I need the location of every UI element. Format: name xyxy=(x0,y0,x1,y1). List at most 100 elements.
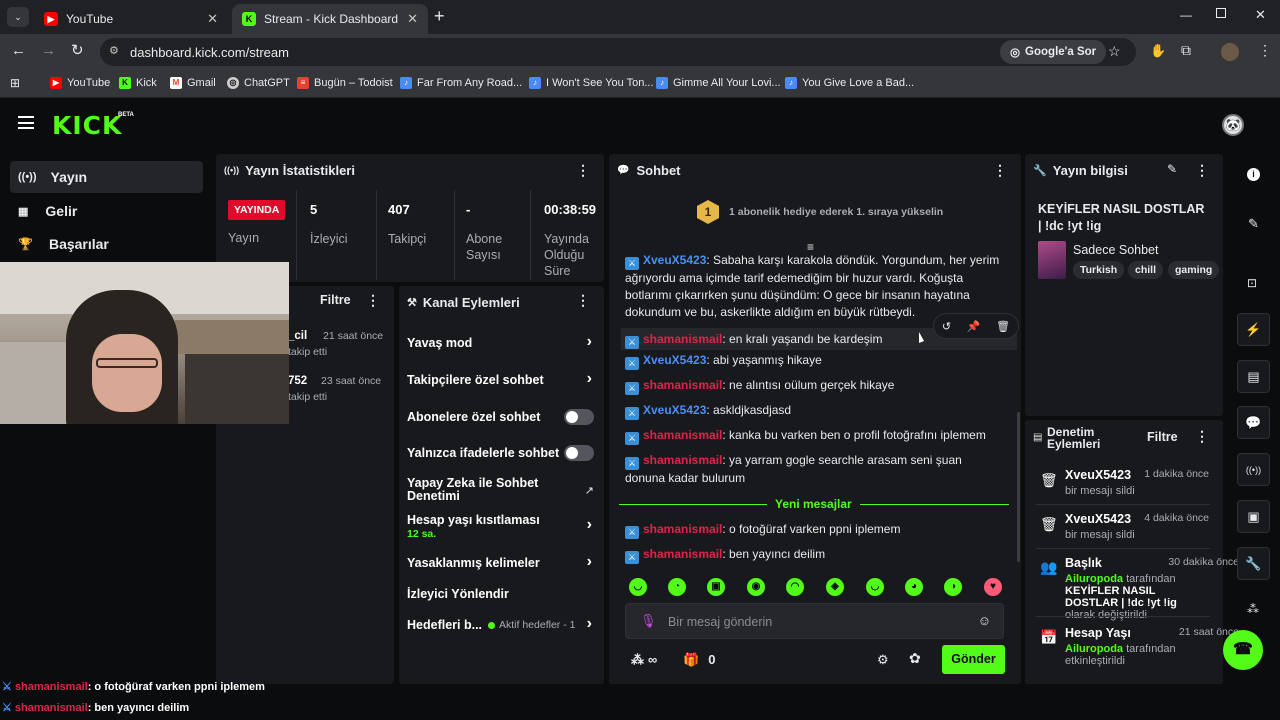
broadcast-button[interactable]: ((•)) xyxy=(1237,453,1270,486)
google-ask-button[interactable]: ◎ Google'a Sor xyxy=(1000,40,1107,64)
forward-icon[interactable]: → xyxy=(41,42,56,59)
gift-sub-banner[interactable]: 1 1 abonelik hediye ederek 1. sıraya yük… xyxy=(697,200,943,224)
hamburger-menu-icon[interactable] xyxy=(18,116,34,129)
bookmark-gimme-all-your-lovin[interactable]: ♪ Gimme All Your Lovi... xyxy=(656,77,781,89)
window-close-icon[interactable]: ✕ xyxy=(1255,7,1266,23)
category-thumbnail[interactable] xyxy=(1038,241,1066,279)
emote-icon[interactable]: ♥ xyxy=(984,578,1002,596)
reload-icon[interactable]: ↻ xyxy=(71,41,84,59)
emoji-icon[interactable]: ☺ xyxy=(978,613,991,628)
emote-icon[interactable]: ▣ xyxy=(707,578,725,596)
close-icon[interactable]: ✕ xyxy=(407,11,418,27)
gift-counter[interactable]: 🎁 0 xyxy=(683,652,715,668)
microphone-icon[interactable]: 🎙 xyxy=(640,613,657,629)
chat-username[interactable]: shamanismail xyxy=(643,522,722,536)
emote-icon[interactable]: ◔ xyxy=(668,578,686,596)
bookmark-i-wont-see-you[interactable]: ♪ I Won't See You Ton... xyxy=(529,77,654,89)
quick-action-button[interactable]: ⚡ xyxy=(1237,313,1270,346)
emote-icon[interactable]: ◕ xyxy=(905,578,923,596)
chat-username[interactable]: XveuX5423 xyxy=(643,253,706,267)
chat-username[interactable]: shamanismail xyxy=(643,378,722,392)
send-button[interactable]: Gönder xyxy=(942,645,1005,674)
browser-tab-bar: ⌄ ▶ YouTube ✕ K Stream - Kick Dashboard … xyxy=(0,0,1280,34)
tag-chip[interactable]: gaming xyxy=(1168,261,1220,279)
profile-avatar[interactable] xyxy=(1221,43,1239,61)
bookmark-you-give-love[interactable]: ♪ You Give Love a Bad... xyxy=(785,77,914,89)
mod-item-actor[interactable]: Ailuropoda xyxy=(1065,573,1123,585)
info-icon[interactable]: i xyxy=(1247,168,1260,181)
new-tab-button[interactable]: + xyxy=(434,6,445,27)
restore-icon[interactable] xyxy=(1216,8,1226,18)
tab-search-button[interactable]: ⌄ xyxy=(7,7,29,27)
more-options-icon[interactable]: ⋮ xyxy=(576,162,590,179)
minimize-icon[interactable]: — xyxy=(1180,8,1192,22)
tab-kick-dashboard[interactable]: K Stream - Kick Dashboard ✕ xyxy=(232,4,428,34)
more-options-icon[interactable]: ⋮ xyxy=(1195,162,1209,179)
emote-only-toggle[interactable] xyxy=(564,445,594,461)
extensions-puzzle-icon[interactable]: ⧉ xyxy=(1181,42,1191,59)
filter-button[interactable]: Filtre xyxy=(320,293,351,307)
tab-youtube[interactable]: ▶ YouTube ✕ xyxy=(34,4,228,34)
more-options-icon[interactable]: ⋮ xyxy=(993,162,1007,179)
bookmark-gmail[interactable]: M Gmail xyxy=(170,77,216,89)
edit-panel-button[interactable]: ✎ xyxy=(1237,207,1270,240)
emote-icon[interactable]: ◠ xyxy=(786,578,804,596)
chat-username[interactable]: shamanismail xyxy=(643,453,722,467)
message-input[interactable]: 🎙 Bir mesaj gönderin ☺ xyxy=(625,603,1004,639)
chat-username[interactable]: XveuX5423 xyxy=(643,353,706,367)
bookmark-far-from-any-road[interactable]: ♪ Far From Any Road... xyxy=(400,77,522,89)
more-options-icon[interactable]: ⋮ xyxy=(366,292,380,309)
menu-icon[interactable]: ⋮ xyxy=(1258,42,1272,59)
more-options-icon[interactable]: ⋮ xyxy=(576,292,590,309)
chat-username[interactable]: shamanismail xyxy=(643,547,722,561)
star-icon[interactable]: ☆ xyxy=(1108,43,1121,60)
chat-scrollbar[interactable] xyxy=(1017,412,1020,562)
emote-icon[interactable]: ◡ xyxy=(629,578,647,596)
subs-only-toggle[interactable] xyxy=(564,409,594,425)
layout-button[interactable]: ▣ xyxy=(1237,500,1270,533)
user-avatar[interactable]: 🐼 xyxy=(1222,114,1244,136)
tools-button[interactable]: 🔧 xyxy=(1237,547,1270,580)
tag-chip[interactable]: chill xyxy=(1128,261,1164,279)
address-bar[interactable]: ⚙ dashboard.kick.com/stream ◎ Google'a S… xyxy=(100,38,1136,66)
community-icon[interactable]: ⁂ xyxy=(1247,602,1259,616)
more-options-icon[interactable]: ⋮ xyxy=(1195,428,1209,445)
channel-points[interactable]: ⁂ ∞ xyxy=(631,652,657,668)
screen-capture-icon[interactable]: ⊡ xyxy=(1247,276,1257,290)
undo-icon[interactable]: ↺ xyxy=(942,320,951,333)
emote-icon[interactable]: ◈ xyxy=(826,578,844,596)
site-info-icon[interactable]: ⚙ xyxy=(109,44,119,57)
chat-settings-icon[interactable]: ⚙ xyxy=(877,652,889,668)
edit-icon[interactable]: ✎ xyxy=(1167,162,1177,176)
apps-icon[interactable]: ⊞ xyxy=(10,76,20,90)
mod-item-desc: tarafından xyxy=(1126,573,1176,585)
chat-toggle-button[interactable]: 💬 xyxy=(1237,406,1270,439)
bookmark-kick[interactable]: K Kick xyxy=(119,77,157,89)
mod-item-actor[interactable]: Ailuropoda xyxy=(1065,643,1123,655)
emote-icon[interactable]: ◑ xyxy=(944,578,962,596)
emote-icon[interactable]: ◡ xyxy=(866,578,884,596)
raid-button[interactable]: İzleyici Yönlendir xyxy=(407,587,509,601)
sidebar-item-basarilar[interactable]: 🏆 Başarılar xyxy=(10,228,203,260)
kick-logo[interactable]: KICK xyxy=(52,111,122,140)
bookmark-youtube[interactable]: ▶ YouTube xyxy=(50,77,110,89)
support-button[interactable]: ☎ xyxy=(1223,630,1263,670)
pin-icon[interactable]: 📌 xyxy=(967,320,981,333)
chat-username[interactable]: shamanismail xyxy=(643,332,722,346)
chat-username[interactable]: XveuX5423 xyxy=(643,403,706,417)
emote-icon[interactable]: ◉ xyxy=(747,578,765,596)
bookmark-todoist[interactable]: ≡ Bugün – Todoist xyxy=(297,77,393,89)
extension-icon[interactable]: ✋ xyxy=(1150,43,1166,59)
tag-chip[interactable]: Turkish xyxy=(1073,261,1125,279)
sidebar-item-gelir[interactable]: ▦ Gelir xyxy=(10,195,203,227)
back-icon[interactable]: ← xyxy=(11,42,26,59)
sidebar-item-yayin[interactable]: ((•)) Yayın xyxy=(10,161,203,193)
filter-button[interactable]: Filtre xyxy=(1147,430,1178,444)
chat-username[interactable]: shamanismail xyxy=(643,428,722,442)
bookmark-chatgpt[interactable]: ◎ ChatGPT xyxy=(227,77,290,89)
category-name[interactable]: Sadece Sohbet xyxy=(1073,243,1159,257)
emote-picker-icon[interactable]: ✿ xyxy=(909,650,921,667)
trash-icon[interactable]: 🗑 xyxy=(996,320,1010,333)
notes-button[interactable]: ▤ xyxy=(1237,360,1270,393)
close-icon[interactable]: ✕ xyxy=(207,11,218,27)
